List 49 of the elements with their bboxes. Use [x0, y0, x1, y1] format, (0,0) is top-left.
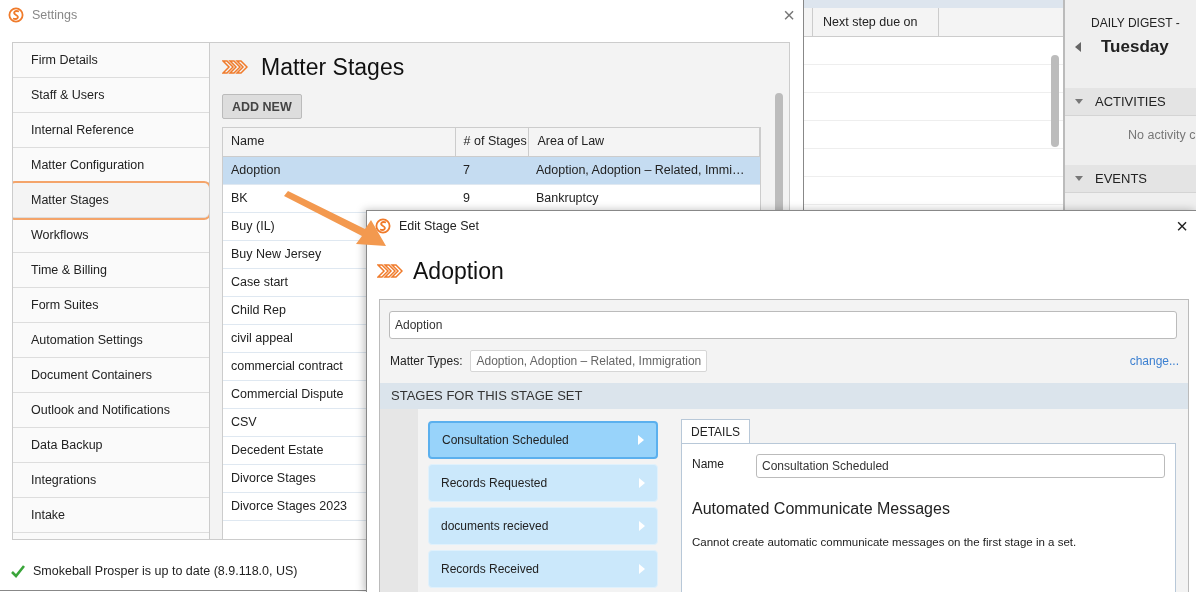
table-cell[interactable]: 9 — [455, 185, 528, 212]
change-link[interactable]: change... — [1129, 354, 1179, 368]
logo-icon — [375, 218, 391, 234]
day-label: Tuesday — [1101, 37, 1169, 57]
stage-name-field[interactable]: Consultation Scheduled — [756, 454, 1165, 478]
scrollbar[interactable] — [1051, 55, 1059, 147]
status-message: Smokeball Prosper is up to date (8.9.118.0, US) — [33, 564, 298, 578]
window-title: Edit Stage Set — [399, 219, 479, 233]
table-cell[interactable]: Bankruptcy — [528, 185, 758, 212]
section-title: Automated Communicate Messages — [692, 500, 951, 518]
close-button[interactable]: × — [783, 5, 795, 25]
stage-item[interactable]: Records Received — [428, 550, 658, 588]
add-new-button[interactable]: ADD NEW — [222, 94, 302, 119]
arrow-icon — [639, 478, 645, 488]
column-header[interactable]: # of Stages — [455, 128, 530, 156]
digest-title: DAILY DIGEST - — [1090, 15, 1181, 30]
dialog-heading: Adoption — [413, 257, 504, 285]
check-icon — [11, 564, 25, 578]
chevrons-icon — [377, 264, 403, 278]
table-cell[interactable]: Adoption, Adoption – Related, Immi… — [528, 157, 758, 184]
field-label: Matter Types: — [390, 354, 463, 368]
stage-item[interactable]: documents recieved — [428, 507, 658, 545]
stage-item[interactable]: Records Requested — [428, 464, 658, 502]
window-title: Settings — [32, 8, 78, 22]
details-tab[interactable]: DETAILS — [681, 419, 751, 443]
previous-day-icon[interactable] — [1075, 42, 1081, 52]
logo-icon — [8, 7, 24, 23]
section-header[interactable]: EVENTS — [1065, 165, 1196, 193]
column-header[interactable]: Area of Law — [529, 128, 760, 156]
section-header: STAGES FOR THIS STAGE SET — [380, 383, 1188, 409]
table-cell[interactable]: BK — [223, 185, 455, 212]
arrow-icon — [639, 564, 645, 574]
chevrons-icon — [222, 60, 248, 74]
sidebar-item[interactable]: Matter Stages — [13, 183, 209, 218]
stage-item[interactable]: Consultation Scheduled — [428, 421, 658, 459]
column-header[interactable]: Name — [223, 128, 456, 156]
name-field[interactable]: Adoption — [389, 311, 1177, 339]
section-header[interactable]: ACTIVITIES — [1065, 88, 1196, 116]
table-cell[interactable]: Adoption — [223, 157, 455, 184]
matter-types-field[interactable]: Adoption, Adoption – Related, Immigration — [470, 350, 708, 372]
table-cell[interactable]: 7 — [455, 157, 528, 184]
field-label: Name — [692, 456, 724, 471]
close-button[interactable]: × — [1176, 216, 1188, 236]
arrow-icon — [638, 435, 644, 445]
sidebar-item[interactable]: Workflows — [13, 218, 209, 253]
arrow-icon — [639, 521, 645, 531]
info-text: Cannot create automatic communicate messages on the first stage in a set. — [692, 536, 1078, 548]
page-heading: Matter Stages — [261, 53, 405, 81]
empty-message: No activity c — [1127, 127, 1196, 144]
